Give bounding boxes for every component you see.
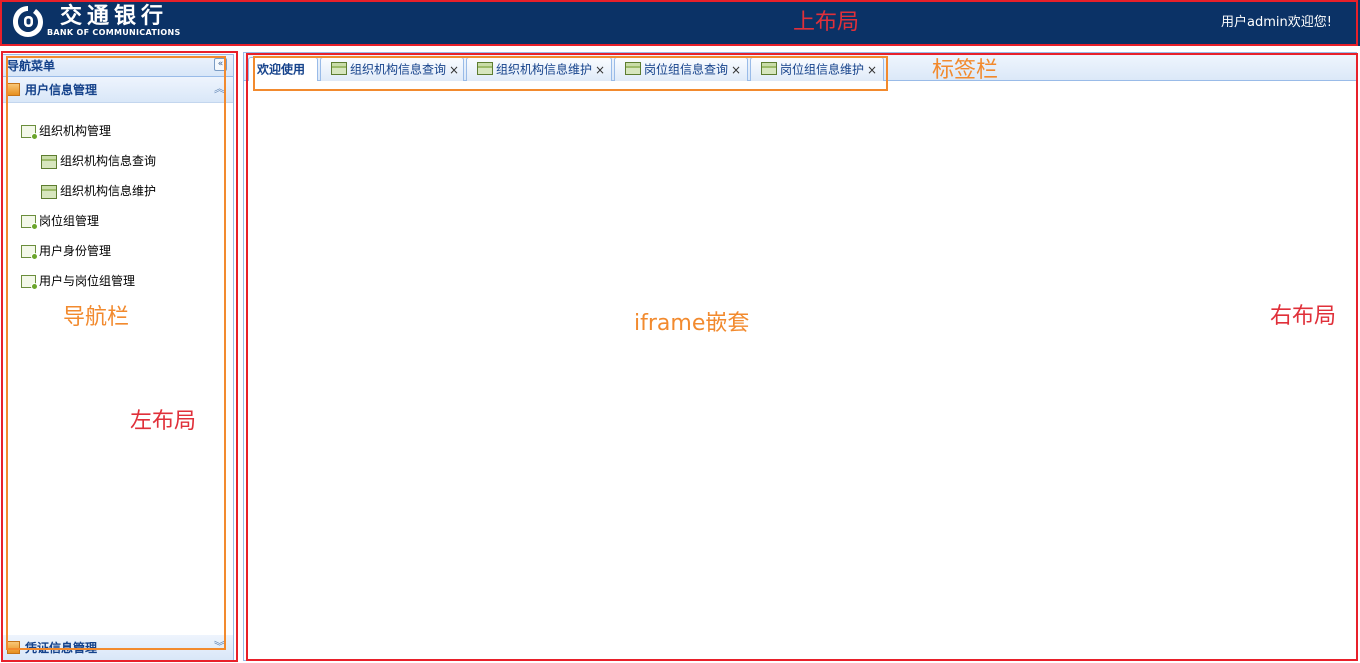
tree-item-org-info-query[interactable]: 组织机构信息查询: [41, 151, 156, 171]
tree-item-user-identity-management[interactable]: 用户身份管理: [21, 241, 111, 261]
chevron-down-icon[interactable]: ︾: [214, 639, 225, 655]
double-chevron-left-icon[interactable]: «: [214, 58, 227, 71]
tab-label: 欢迎使用: [257, 62, 306, 77]
close-icon[interactable]: ×: [867, 63, 877, 77]
page-icon: [41, 154, 57, 169]
bank-logo: 交通银行 BANK OF COMMUNICATIONS: [12, 4, 194, 40]
tab-post-group-maintain[interactable]: 岗位组信息维护 ×: [750, 57, 884, 81]
tree-item-label: 组织机构管理: [39, 124, 112, 138]
tab-org-info-maintain[interactable]: 组织机构信息维护 ×: [466, 57, 612, 81]
category-icon: [7, 641, 20, 654]
tab-org-info-query[interactable]: 组织机构信息查询 ×: [320, 57, 464, 81]
accordion-label: 凭证信息管理: [25, 641, 98, 655]
accordion-label: 用户信息管理: [25, 83, 98, 97]
folder-icon: [21, 245, 38, 260]
bank-logo-mark-icon: [13, 6, 43, 37]
page-icon: [625, 62, 641, 75]
tree-item-label: 组织机构信息维护: [60, 184, 157, 198]
tab-label: 组织机构信息查询: [350, 62, 447, 77]
tab-label: 岗位组信息查询: [644, 62, 729, 77]
tree-item-label: 用户身份管理: [39, 244, 112, 258]
tree-item-user-post-group-management[interactable]: 用户与岗位组管理: [21, 271, 135, 291]
tab-post-group-query[interactable]: 岗位组信息查询 ×: [614, 57, 748, 81]
welcome-message: 用户admin欢迎您!: [1221, 15, 1332, 30]
page-icon: [477, 62, 493, 75]
page-icon: [761, 62, 777, 75]
tree-item-org-info-maintain[interactable]: 组织机构信息维护: [41, 181, 156, 201]
tree-item-org-management[interactable]: 组织机构管理: [21, 121, 111, 141]
tree-item-label: 组织机构信息查询: [60, 154, 157, 168]
right-main-panel: 欢迎使用 组织机构信息查询 × 组织机构信息维护 × 岗位组信息查询 × 岗位组信息维…: [243, 52, 1357, 661]
left-nav-panel: 导航菜单 « 用户信息管理 ︽ 组织机构管理 组织机构信息查询 组织机构信息维护…: [2, 54, 234, 661]
category-icon: [7, 83, 20, 96]
tree-item-post-group-management[interactable]: 岗位组管理: [21, 211, 99, 231]
tab-bar: 欢迎使用 组织机构信息查询 × 组织机构信息维护 × 岗位组信息查询 × 岗位组信息维…: [244, 53, 1356, 82]
top-header: 交通银行 BANK OF COMMUNICATIONS 用户admin欢迎您!: [0, 0, 1360, 46]
page-icon: [41, 184, 57, 199]
chevron-up-icon[interactable]: ︽: [214, 81, 225, 97]
bank-name-chinese: 交通银行: [60, 3, 169, 29]
folder-icon: [21, 275, 38, 290]
folder-icon: [21, 215, 38, 230]
bank-name-english: BANK OF COMMUNICATIONS: [47, 28, 181, 37]
page-icon: [331, 62, 347, 75]
tree-item-label: 岗位组管理: [39, 214, 100, 228]
nav-panel-title: 导航菜单: [7, 59, 56, 73]
close-icon[interactable]: ×: [449, 63, 459, 77]
tree-item-label: 用户与岗位组管理: [39, 274, 136, 288]
accordion-voucher-info-management[interactable]: 凭证信息管理 ︾: [3, 635, 233, 661]
nav-panel-header: 导航菜单 «: [3, 55, 233, 77]
close-icon[interactable]: ×: [595, 63, 605, 77]
tab-welcome[interactable]: 欢迎使用: [248, 57, 318, 82]
iframe-content-area[interactable]: [244, 81, 1356, 660]
accordion-user-info-management[interactable]: 用户信息管理 ︽: [3, 77, 233, 103]
tab-label: 组织机构信息维护: [496, 62, 593, 77]
close-icon[interactable]: ×: [731, 63, 741, 77]
tab-label: 岗位组信息维护: [780, 62, 865, 77]
folder-icon: [21, 125, 38, 140]
